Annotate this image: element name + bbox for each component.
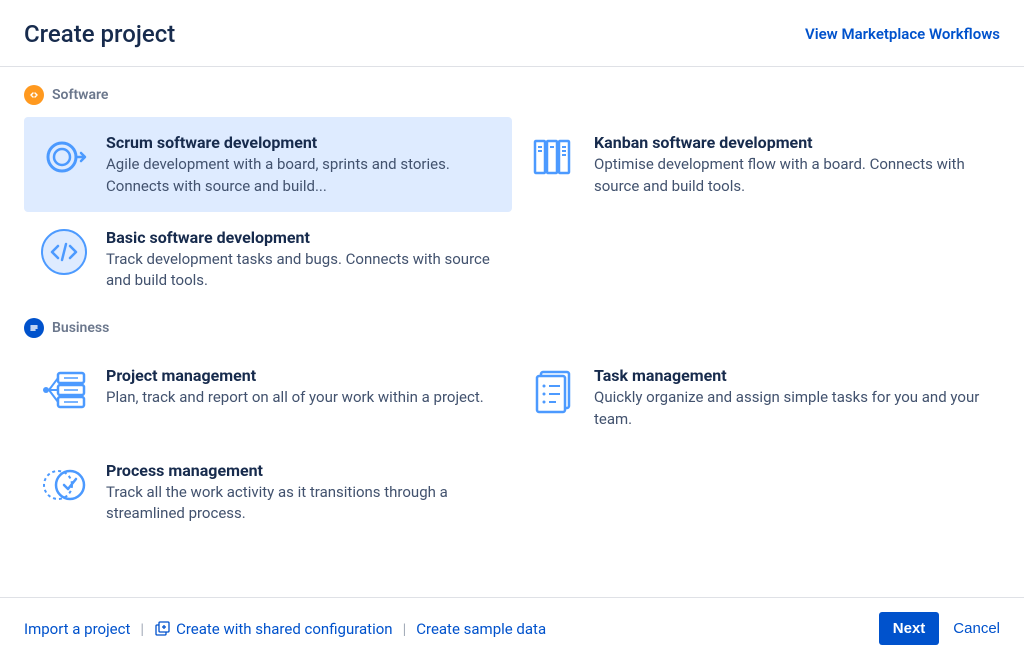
template-title: Project management	[106, 366, 496, 385]
task-management-icon	[526, 364, 578, 416]
category-header-software: Software	[24, 85, 1000, 105]
business-category-icon	[24, 318, 44, 338]
template-kanban[interactable]: Kanban software development Optimise dev…	[512, 117, 1000, 212]
dialog-content: Software Scrum software development Agil…	[0, 67, 1024, 597]
template-desc: Track development tasks and bugs. Connec…	[106, 249, 496, 293]
code-icon	[38, 226, 90, 278]
template-title: Process management	[106, 461, 496, 480]
create-sample-data-link[interactable]: Create sample data	[416, 620, 546, 638]
template-process-management[interactable]: Process management Track all the work ac…	[24, 445, 512, 540]
dialog-header: Create project View Marketplace Workflow…	[0, 0, 1024, 67]
template-title: Basic software development	[106, 228, 496, 247]
template-title: Task management	[594, 366, 984, 385]
template-project-management[interactable]: Project management Plan, track and repor…	[24, 350, 512, 445]
footer-separator: |	[140, 620, 144, 638]
dialog-title: Create project	[24, 20, 175, 48]
category-software: Software Scrum software development Agil…	[24, 85, 1000, 306]
category-label-business: Business	[52, 320, 109, 336]
process-management-icon	[38, 459, 90, 511]
category-business: Business	[24, 318, 1000, 539]
shared-config-label: Create with shared configuration	[176, 620, 393, 638]
next-button[interactable]: Next	[879, 612, 940, 645]
kanban-icon	[526, 131, 578, 183]
import-project-link[interactable]: Import a project	[24, 620, 130, 638]
project-management-icon	[38, 364, 90, 416]
category-header-business: Business	[24, 318, 1000, 338]
software-category-icon	[24, 85, 44, 105]
template-desc: Track all the work activity as it transi…	[106, 482, 496, 526]
template-desc: Optimise development flow with a board. …	[594, 154, 984, 198]
template-desc: Quickly organize and assign simple tasks…	[594, 387, 984, 431]
shared-config-icon	[154, 621, 170, 637]
template-desc: Agile development with a board, sprints …	[106, 154, 496, 198]
template-scrum[interactable]: Scrum software development Agile develop…	[24, 117, 512, 212]
scrum-icon	[38, 131, 90, 183]
template-title: Scrum software development	[106, 133, 496, 152]
dialog-footer: Import a project | Create with shared co…	[0, 597, 1024, 659]
cancel-button[interactable]: Cancel	[953, 620, 1000, 637]
marketplace-workflows-link[interactable]: View Marketplace Workflows	[805, 25, 1000, 43]
template-desc: Plan, track and report on all of your wo…	[106, 387, 496, 409]
template-basic-software[interactable]: Basic software development Track develop…	[24, 212, 512, 307]
create-shared-config-link[interactable]: Create with shared configuration	[154, 620, 393, 638]
template-title: Kanban software development	[594, 133, 984, 152]
category-label-software: Software	[52, 87, 108, 103]
footer-separator: |	[403, 620, 407, 638]
template-task-management[interactable]: Task management Quickly organize and ass…	[512, 350, 1000, 445]
